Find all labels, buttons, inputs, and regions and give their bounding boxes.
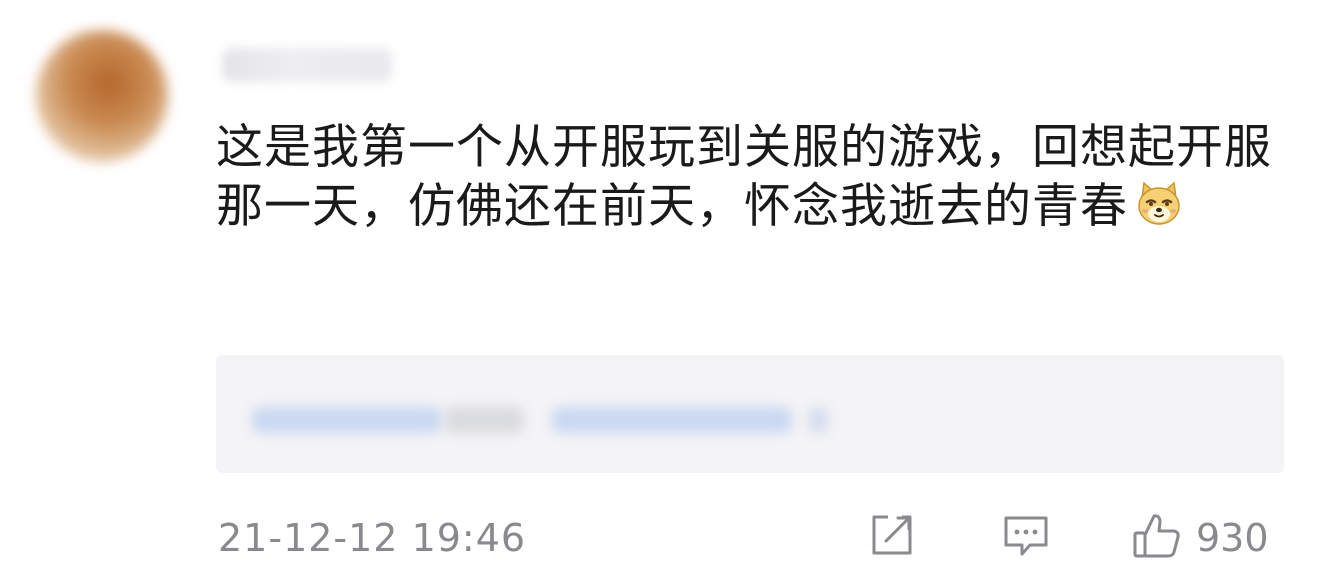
- avatar[interactable]: [36, 30, 168, 162]
- comment-icon: [1000, 513, 1052, 563]
- username-blurred[interactable]: [222, 48, 392, 82]
- timestamp: 21-12-12 19:46: [218, 516, 527, 560]
- like-button[interactable]: 930: [1130, 513, 1269, 563]
- like-count: 930: [1196, 516, 1269, 560]
- share-button[interactable]: [868, 513, 918, 563]
- share-icon: [868, 513, 918, 563]
- chevron-right-icon: [808, 407, 828, 433]
- comment-text: 这是我第一个从开服玩到关服的游戏，回想起开服那一天，仿佛还在前天，怀念我逝去的青…: [216, 120, 1272, 234]
- reply-more-link-blurred[interactable]: [552, 407, 792, 433]
- reply-link-blurred[interactable]: [252, 407, 442, 433]
- comment-body: 这是我第一个从开服玩到关服的游戏，回想起开服那一天，仿佛还在前天，怀念我逝去的青…: [216, 118, 1276, 236]
- reply-preview[interactable]: [216, 355, 1284, 473]
- comment-footer: 21-12-12 19:46 930: [218, 513, 1298, 563]
- reply-text-blurred: [444, 407, 524, 433]
- doge-emoji-icon: [1134, 178, 1184, 228]
- comment-button[interactable]: [1000, 513, 1052, 563]
- thumbs-up-icon: [1130, 511, 1184, 565]
- comment-card: 这是我第一个从开服玩到关服的游戏，回想起开服那一天，仿佛还在前天，怀念我逝去的青…: [0, 0, 1320, 578]
